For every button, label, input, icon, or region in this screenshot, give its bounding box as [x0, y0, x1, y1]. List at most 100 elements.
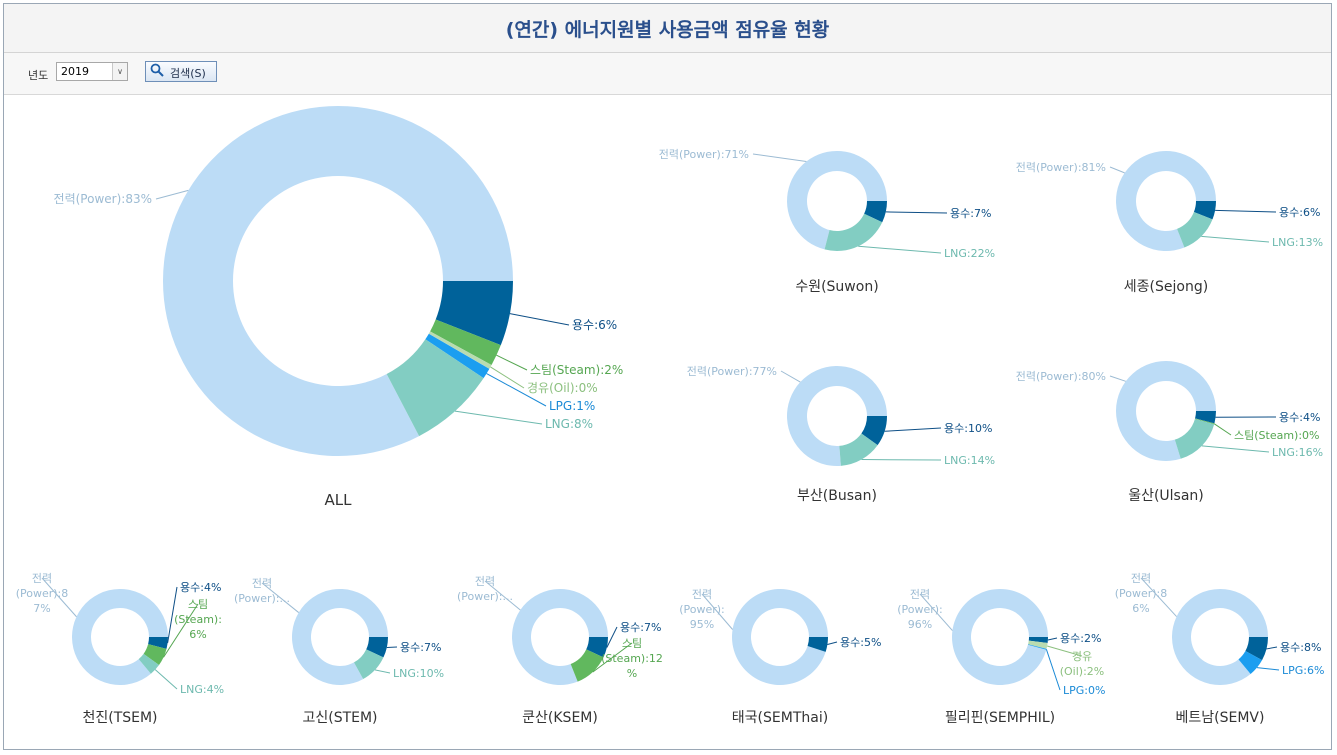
data-label-line: (Power):... [457, 590, 513, 603]
leader-line-power [1109, 166, 1125, 174]
data-label-line: (Steam): [174, 613, 222, 626]
slice-power [952, 588, 1048, 685]
data-label-line: 전력(Power):77% [687, 365, 777, 378]
data-label-line: 96% [908, 618, 932, 631]
chart-title: 수원(Suwon) [795, 279, 878, 295]
data-label-line: 스팀 [622, 637, 642, 650]
data-label-power: 전력(Power):80% [1016, 370, 1106, 383]
data-label-line: LNG:13% [1272, 236, 1323, 249]
data-label-x: 용수:7% [620, 621, 661, 634]
chart-area: 전력(Power):83% 용수:6% 스팀(Steam):2% 경유(Oil):0%… [16, 105, 1325, 726]
leader-line-x [606, 626, 618, 648]
data-label-line: (Power):8 [16, 587, 69, 600]
data-label-line: 전력(Power):71% [659, 148, 749, 161]
leader-line-lng [374, 669, 391, 674]
data-label-x: 용수:4% [180, 581, 221, 594]
leader-line-lng [454, 410, 543, 425]
donut-chart-busan: 전력(Power):77% 용수:10% LNG:14% 부산(Busan) [687, 365, 995, 504]
data-label-line: 용수:7% [950, 207, 991, 220]
data-label-line: 전력 [1131, 572, 1151, 585]
data-label-lng: LNG:10% [393, 667, 444, 680]
data-label-line: 용수:6% [1279, 206, 1320, 219]
data-label-line: LPG:6% [1282, 664, 1324, 677]
leader-line-lng [1201, 445, 1270, 453]
donut-chart-sejong: 전력(Power):81% 용수:6% LNG:13% 세종(Sejong) [1016, 151, 1323, 295]
data-label-lng: LNG:8% [545, 417, 593, 431]
data-label-x: 용수:2% [1060, 632, 1101, 645]
data-label-power: 전력 (Power): 95% [679, 588, 725, 631]
data-label-x: 용수:4% [1279, 411, 1320, 424]
leader-line-lng [154, 669, 178, 690]
leader-line-steam [496, 354, 528, 371]
slice-lng [1174, 418, 1215, 459]
leader-line-x [1215, 209, 1277, 213]
data-label-x: 용수:6% [1279, 206, 1320, 219]
donut-chart-suwon: 전력(Power):71% 용수:7% LNG:22% 수원(Suwon) [659, 148, 995, 295]
donut-chart-semphil: 전력 (Power): 96% 용수:2% 경유 (Oil):2% LPG:0% 필리핀(SE… [897, 588, 1105, 726]
data-label-x: 용수:7% [950, 207, 991, 220]
data-label-line: 용수:7% [620, 621, 661, 634]
data-label-line: LNG:22% [944, 247, 995, 260]
data-label-line: (Power): [897, 603, 943, 616]
slice-lng [1177, 212, 1213, 248]
data-label-line: LPG:0% [1063, 684, 1105, 697]
leader-line-lpg [1256, 667, 1280, 671]
leader-line-lng [858, 245, 942, 254]
chart-title: ALL [325, 491, 353, 509]
data-label-power: 전력(Power):81% [1016, 161, 1106, 174]
data-label-power: 전력 (Power): 96% [897, 588, 943, 631]
data-label-line: 용수:4% [1279, 411, 1320, 424]
data-label-power: 전력 (Power):... [457, 575, 513, 603]
data-label-line: 용수:8% [1280, 641, 1321, 654]
leader-line-x [1266, 646, 1278, 650]
data-label-line: (Power):... [234, 592, 290, 605]
leader-line-lpg [1045, 649, 1061, 691]
data-label-line: 전력(Power):80% [1016, 370, 1106, 383]
slice-lng [824, 213, 883, 251]
data-label-power: 전력(Power):77% [687, 365, 777, 378]
donut-chart-semv: 전력 (Power):8 6% 용수:8% LPG:6% 베트남(SEMV) [1115, 572, 1325, 726]
data-label-line: (Power):8 [1115, 587, 1168, 600]
data-label-line: LNG:16% [1272, 446, 1323, 459]
leader-line-x [885, 211, 948, 214]
data-label-line: % [627, 667, 637, 680]
leader-line-x [884, 427, 942, 432]
leader-line-x [509, 313, 570, 326]
data-label-line: 전력(Power):83% [54, 192, 152, 206]
data-label-line: 용수:10% [944, 422, 992, 435]
data-label-line: 전력 [692, 588, 712, 601]
data-label-oil: 경유(Oil):0% [527, 381, 598, 395]
data-label-lpg: LPG:0% [1063, 684, 1105, 697]
chart-title: 태국(SEMThai) [732, 710, 828, 726]
data-label-steam: 스팀(Steam):0% [1234, 429, 1320, 442]
data-label-power: 전력(Power):83% [54, 192, 152, 206]
donut-chart-ksem: 전력 (Power):... 용수:7% 스팀 (Steam):12 % 쿤산(KSEM) [457, 575, 663, 726]
donut-chart-stem: 전력 (Power):... 용수:7% LNG:10% 고신(STEM) [234, 577, 444, 726]
data-label-steam: 스팀 (Steam): 6% [174, 598, 222, 641]
chart-title: 고신(STEM) [302, 710, 377, 726]
data-label-line: 95% [690, 618, 714, 631]
data-label-line: 용수:6% [572, 318, 617, 332]
chart-title: 부산(Busan) [797, 488, 877, 504]
data-label-line: LNG:10% [393, 667, 444, 680]
donut-chart-semthai: 전력 (Power): 95% 용수:5% 태국(SEMThai) [679, 588, 881, 726]
data-label-oil: 경유 (Oil):2% [1060, 650, 1105, 678]
leader-line-x [827, 641, 838, 645]
data-label-line: 용수:7% [400, 641, 441, 654]
data-label-line: 스팀(Steam):2% [530, 363, 623, 377]
data-label-line: LNG:4% [180, 683, 224, 696]
data-label-line: 스팀(Steam):0% [1234, 429, 1320, 442]
data-label-line: 7% [33, 602, 50, 615]
leader-line-power [780, 370, 801, 383]
chart-title: 필리핀(SEMPHIL) [945, 710, 1055, 726]
data-label-x: 용수:6% [572, 318, 617, 332]
data-label-lng: LNG:13% [1272, 236, 1323, 249]
leader-line-steam [1214, 423, 1232, 436]
data-label-line: 전력 [32, 572, 52, 585]
leader-line-power [752, 153, 807, 162]
donut-chart-all: 전력(Power):83% 용수:6% 스팀(Steam):2% 경유(Oil):0%… [54, 105, 623, 509]
data-label-lpg: LPG:6% [1282, 664, 1324, 677]
data-label-lng: LNG:4% [180, 683, 224, 696]
data-label-lng: LNG:16% [1272, 446, 1323, 459]
data-label-x: 용수:10% [944, 422, 992, 435]
